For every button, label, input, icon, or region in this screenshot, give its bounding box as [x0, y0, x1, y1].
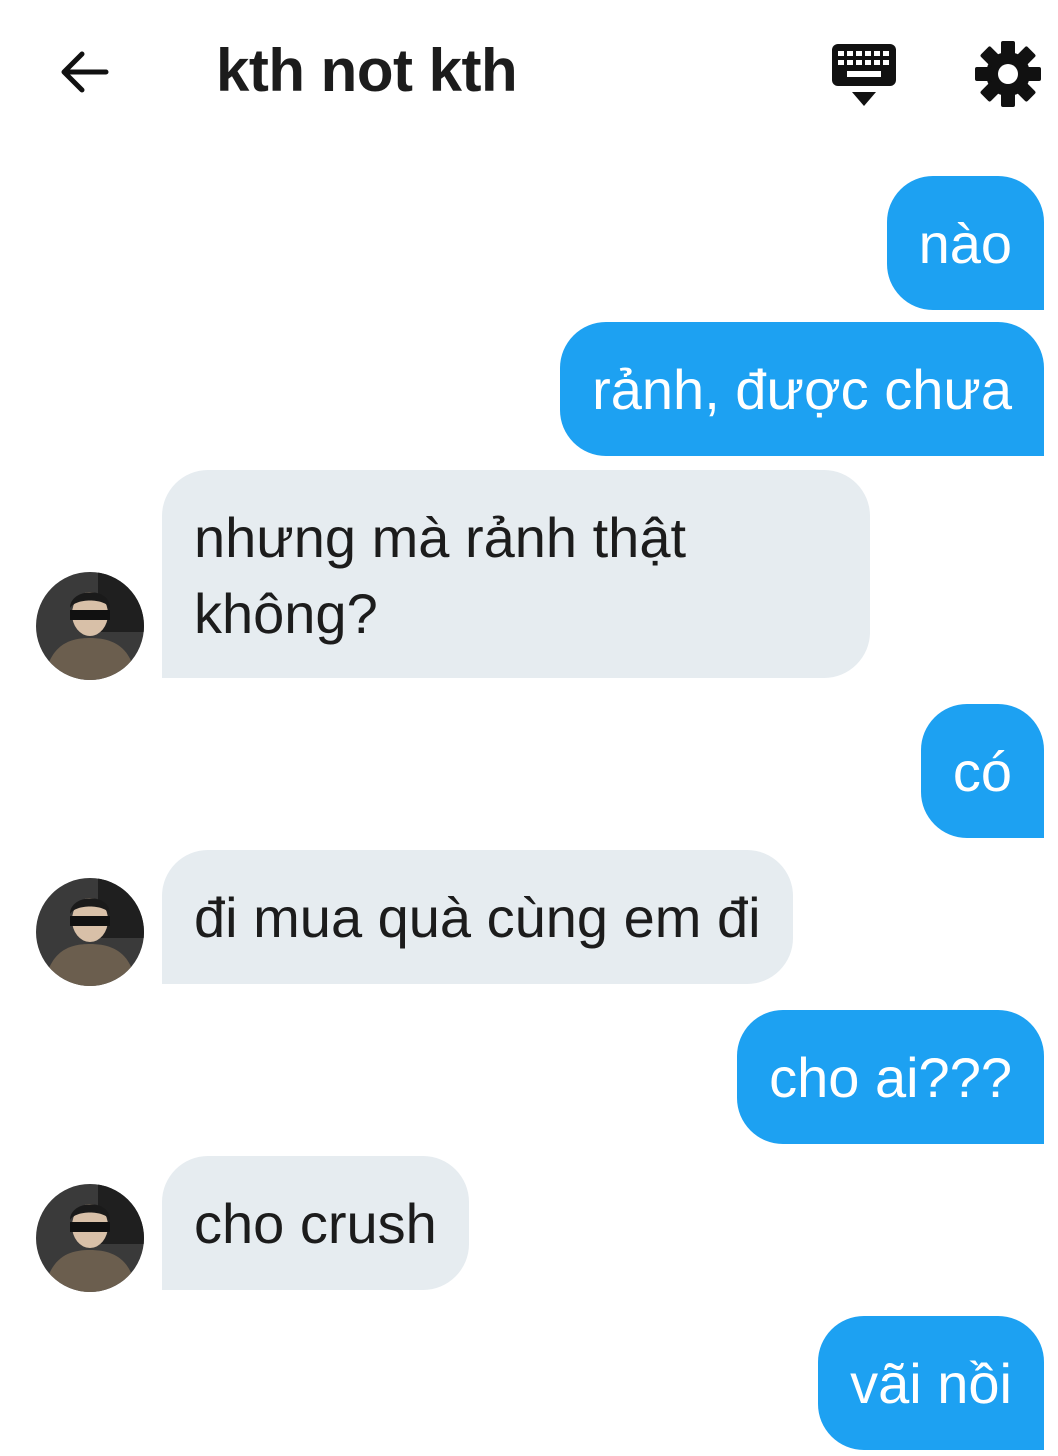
keyboard-hide-icon	[832, 44, 896, 106]
conversation-title: kth not kth	[216, 37, 518, 104]
message-incoming[interactable]: đi mua quà cùng em đi	[162, 850, 793, 984]
message-outgoing[interactable]: rảnh, được chưa	[560, 322, 1044, 456]
back-button[interactable]	[52, 40, 116, 104]
settings-button[interactable]	[972, 38, 1044, 110]
message-text: nào	[918, 212, 1012, 275]
message-text: cho crush	[194, 1192, 437, 1255]
avatar[interactable]	[36, 572, 144, 680]
message-outgoing[interactable]: vãi nồi	[818, 1316, 1044, 1450]
message-incoming[interactable]: nhưng mà rảnh thật không?	[162, 470, 870, 678]
message-outgoing[interactable]: có	[920, 704, 1044, 838]
message-incoming[interactable]: cho crush	[162, 1156, 469, 1290]
message-text: có	[952, 740, 1012, 803]
message-outgoing[interactable]: cho ai???	[737, 1010, 1044, 1144]
message-text: cho ai???	[769, 1046, 1012, 1109]
arrow-left-icon	[61, 51, 109, 93]
contact-avatar-image	[36, 572, 144, 680]
message-text: rảnh, được chưa	[592, 358, 1012, 421]
keyboard-toggle-button[interactable]	[828, 40, 900, 110]
avatar[interactable]	[36, 1184, 144, 1292]
contact-avatar-image	[36, 878, 144, 986]
message-outgoing[interactable]: nào	[886, 176, 1044, 310]
avatar[interactable]	[36, 878, 144, 986]
chat-header: kth not kth	[0, 0, 1058, 150]
contact-avatar-image	[36, 1184, 144, 1292]
message-text: nhưng mà rảnh thật không?	[194, 506, 687, 645]
message-text: đi mua quà cùng em đi	[194, 886, 761, 949]
message-text: vãi nồi	[850, 1352, 1012, 1415]
gear-icon	[975, 41, 1041, 107]
